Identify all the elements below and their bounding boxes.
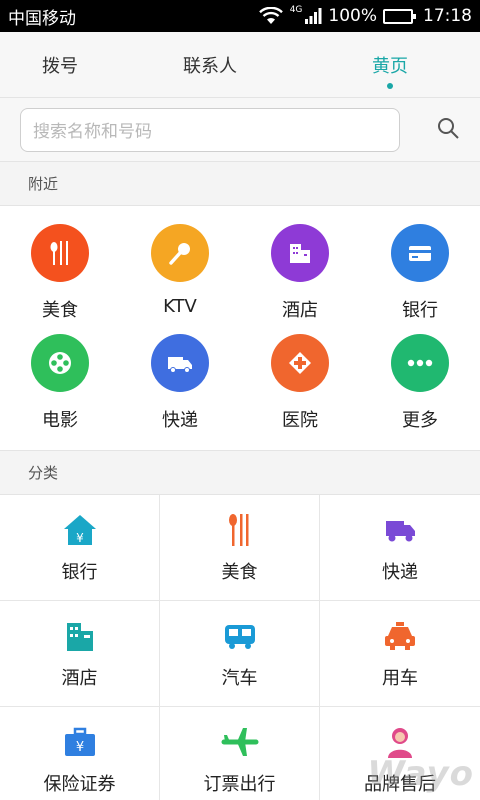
nearby-item-bank[interactable]: 银行 <box>360 224 480 334</box>
category-label: 保险证券 <box>43 773 116 795</box>
nearby-item-more[interactable]: 更多 <box>360 334 480 444</box>
nearby-label: 快递 <box>162 410 198 431</box>
nearby-label: 更多 <box>402 410 438 431</box>
section-nearby-title: 附近 <box>0 162 480 206</box>
nearby-label: 银行 <box>402 300 438 321</box>
status-bar: 中国移动 4G 100% 17:18 <box>0 0 480 32</box>
nearby-item-ktv[interactable]: KTV <box>120 224 240 334</box>
tab-label: 黄页 <box>372 55 408 77</box>
category-label: 快递 <box>382 561 418 583</box>
tab-label: 联系人 <box>183 55 237 77</box>
active-tab-indicator <box>387 83 393 89</box>
briefcase-icon: ¥ <box>60 724 100 760</box>
category-tickets[interactable]: 订票出行 <box>160 707 320 800</box>
section-categories-title: 分类 <box>0 451 480 495</box>
hotel-icon <box>271 224 329 282</box>
bank-icon: ¥ <box>60 512 100 548</box>
more-dots-icon <box>391 334 449 392</box>
hospital-icon <box>271 334 329 392</box>
nearby-grid: 美食 KTV 酒店 银行 电影 快递 医院 更多 <box>0 206 480 451</box>
network-type: 4G <box>289 5 303 15</box>
battery-icon <box>383 8 416 24</box>
category-label: 酒店 <box>61 667 98 689</box>
nearby-label: 酒店 <box>282 300 318 321</box>
search-placeholder: 搜索名称和号码 <box>33 122 152 142</box>
category-express[interactable]: 快递 <box>320 495 480 601</box>
category-label: 汽车 <box>221 667 258 689</box>
tab-yellow-pages[interactable]: 黄页 <box>300 32 480 97</box>
svg-text:¥: ¥ <box>76 531 84 545</box>
category-ride[interactable]: 用车 <box>320 601 480 707</box>
bus-icon <box>220 618 260 654</box>
category-food[interactable]: 美食 <box>160 495 320 601</box>
delivery-truck-icon <box>380 512 420 548</box>
carrier-name: 中国移动 <box>8 8 76 29</box>
utensils-icon <box>220 512 260 548</box>
hotel-icon <box>60 618 100 654</box>
tab-dial[interactable]: 拨号 <box>0 32 120 97</box>
nearby-label: 医院 <box>282 410 318 431</box>
nearby-label: KTV <box>163 296 197 317</box>
signal-icon <box>304 7 322 25</box>
clock: 17:18 <box>423 6 472 26</box>
category-hotel[interactable]: 酒店 <box>0 601 160 707</box>
nearby-item-food[interactable]: 美食 <box>0 224 120 334</box>
nearby-item-movie[interactable]: 电影 <box>0 334 120 444</box>
film-reel-icon <box>31 334 89 392</box>
category-label: 银行 <box>61 561 98 583</box>
tab-contacts[interactable]: 联系人 <box>120 32 300 97</box>
category-label: 美食 <box>221 561 258 583</box>
search-icon <box>436 116 460 144</box>
nearby-item-hospital[interactable]: 医院 <box>240 334 360 444</box>
tab-bar: 拨号 联系人 黄页 <box>0 32 480 98</box>
bank-card-icon <box>391 224 449 282</box>
category-label: 用车 <box>382 667 418 689</box>
nearby-item-express[interactable]: 快递 <box>120 334 240 444</box>
delivery-truck-icon <box>151 334 209 392</box>
category-insurance[interactable]: ¥ 保险证券 <box>0 707 160 800</box>
category-bank[interactable]: ¥ 银行 <box>0 495 160 601</box>
nearby-label: 美食 <box>42 300 78 321</box>
microphone-icon <box>151 224 209 282</box>
tab-label: 拨号 <box>42 55 78 77</box>
airplane-icon <box>220 724 260 760</box>
watermark-logo: Wayo <box>367 754 474 794</box>
wifi-icon <box>258 7 284 25</box>
nearby-label: 电影 <box>42 410 78 431</box>
category-label: 订票出行 <box>203 773 276 795</box>
svg-text:¥: ¥ <box>75 740 83 755</box>
search-row: 搜索名称和号码 <box>0 98 480 162</box>
search-input[interactable]: 搜索名称和号码 <box>20 107 400 152</box>
search-button[interactable] <box>400 116 460 144</box>
battery-percent: 100% <box>328 6 377 26</box>
taxi-icon <box>380 618 420 654</box>
nearby-item-hotel[interactable]: 酒店 <box>240 224 360 334</box>
category-car[interactable]: 汽车 <box>160 601 320 707</box>
utensils-icon <box>31 224 89 282</box>
